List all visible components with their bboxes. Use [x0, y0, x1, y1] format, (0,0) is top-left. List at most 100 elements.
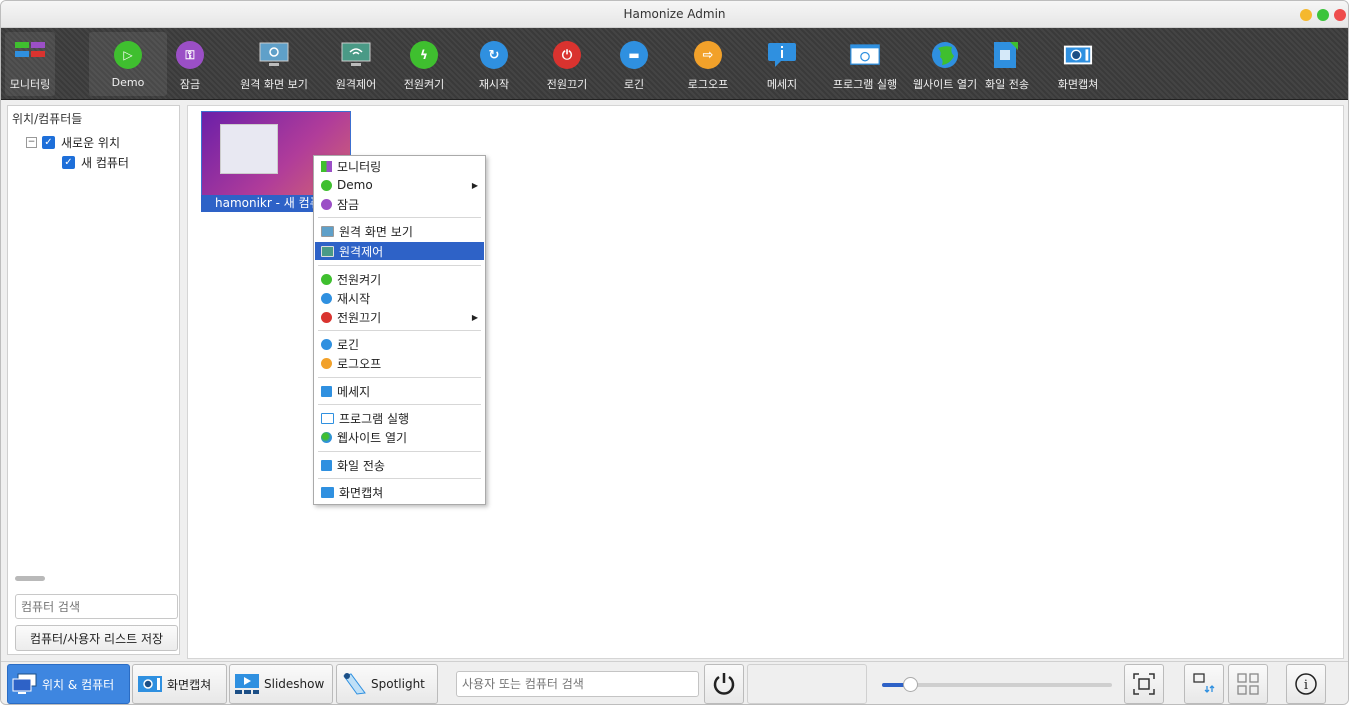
- menu-item-monitoring[interactable]: 모니터링: [315, 157, 484, 175]
- menu-item-lock[interactable]: 잠금: [315, 195, 484, 213]
- toolbar-label: 전원켜기: [403, 78, 445, 91]
- swap-screens-button[interactable]: [1184, 664, 1224, 704]
- lock-icon: [321, 198, 332, 210]
- user-computer-search-input[interactable]: [456, 671, 699, 697]
- power-icon: [713, 673, 735, 695]
- menu-item-label: 웹사이트 열기: [337, 430, 408, 445]
- tree-item-location[interactable]: − ✓ 새로운 위치: [26, 134, 120, 151]
- tree-header: 위치/컴퓨터들: [12, 112, 83, 126]
- menu-item-label: 잠금: [337, 197, 360, 212]
- toolbar-label: Demo: [111, 76, 145, 89]
- toolbar-message-button[interactable]: 메세지: [759, 32, 805, 96]
- horizontal-scrollbar[interactable]: [15, 576, 45, 581]
- toolbar-remote-view-button[interactable]: 원격 화면 보기: [234, 32, 314, 96]
- menu-item-restart[interactable]: 재시작: [315, 289, 484, 307]
- camera-icon: [1063, 40, 1093, 70]
- menu-item-remote-control[interactable]: 원격제어: [315, 242, 484, 260]
- menu-item-file-transfer[interactable]: 화일 전송: [315, 456, 484, 474]
- toolbar-remote-control-button[interactable]: 원격제어: [327, 32, 385, 96]
- toolbar-logoff-button[interactable]: ⇨ 로그오프: [679, 32, 737, 96]
- about-button[interactable]: i: [1286, 664, 1326, 704]
- menu-item-label: 화면캡쳐: [339, 485, 384, 500]
- remote-control-wifi-icon: [341, 40, 371, 70]
- menu-item-label: 로그오프: [337, 356, 382, 371]
- menu-item-label: 프로그램 실행: [339, 411, 410, 426]
- menu-item-remote-view[interactable]: 원격 화면 보기: [315, 222, 484, 240]
- toolbar-power-off-button[interactable]: ⏻ 전원끄기: [538, 32, 596, 96]
- zoom-slider[interactable]: [882, 677, 1112, 692]
- toolbar-login-button[interactable]: ▬ 로긴: [611, 32, 657, 96]
- spotlight-toggle[interactable]: Spotlight: [336, 664, 438, 704]
- toolbar-restart-button[interactable]: ↻ 재시작: [471, 32, 517, 96]
- locations-computers-toggle[interactable]: 위치 & 컴퓨터: [7, 664, 130, 704]
- menu-item-logoff[interactable]: 로그오프: [315, 354, 484, 372]
- power-button[interactable]: [704, 664, 744, 704]
- message-icon: [321, 385, 332, 397]
- tree-item-computer[interactable]: ✓ 새 컴퓨터: [62, 154, 129, 171]
- title-bar: Hamonize Admin: [1, 1, 1348, 28]
- window-title: Hamonize Admin: [623, 7, 726, 21]
- slideshow-toggle[interactable]: Slideshow: [229, 664, 333, 704]
- swap-screens-icon: [1193, 673, 1215, 693]
- grid-layout-button[interactable]: [1228, 664, 1268, 704]
- menu-separator: [318, 330, 481, 331]
- menu-item-message[interactable]: 메세지: [315, 382, 484, 400]
- toolbar-monitoring-button[interactable]: 모니터링: [5, 32, 55, 96]
- toolbar-label: 모니터링: [9, 78, 51, 91]
- power-on-icon: [321, 273, 332, 285]
- menu-item-demo[interactable]: Demo ▶: [315, 176, 484, 194]
- menu-item-run-program[interactable]: 프로그램 실행: [315, 409, 484, 427]
- menu-item-power-on[interactable]: 전원켜기: [315, 270, 484, 288]
- power-off-icon: ⏻: [552, 40, 582, 70]
- toolbar-label: 원격 화면 보기: [240, 78, 308, 91]
- toolbar-label: 전원끄기: [546, 78, 588, 91]
- screenshots-label: 화면캡쳐: [167, 677, 212, 692]
- checkbox-checked-icon[interactable]: ✓: [42, 136, 55, 149]
- remote-screen-preview: [220, 124, 278, 174]
- remote-view-monitor-icon: [321, 225, 334, 237]
- menu-item-open-website[interactable]: 웹사이트 열기: [315, 428, 484, 446]
- locations-computers-label: 위치 & 컴퓨터: [42, 677, 115, 692]
- toolbar-lock-button[interactable]: ⚿ 잠금: [167, 32, 213, 96]
- toolbar-label: 원격제어: [335, 78, 377, 91]
- menu-item-label: 전원끄기: [337, 310, 382, 325]
- menu-item-label: 메세지: [337, 384, 371, 399]
- fit-to-window-button[interactable]: [1124, 664, 1164, 704]
- camera-icon: [138, 676, 162, 692]
- toolbar-screenshot-button[interactable]: 화면캡쳐: [1047, 32, 1109, 96]
- toolbar-run-program-button[interactable]: 프로그램 실행: [819, 32, 911, 96]
- spotlight-label: Spotlight: [371, 677, 425, 691]
- checkbox-checked-icon[interactable]: ✓: [62, 156, 75, 169]
- menu-separator: [318, 404, 481, 405]
- info-symbol: i: [1304, 678, 1308, 693]
- menu-separator: [318, 451, 481, 452]
- menu-item-label: 모니터링: [337, 159, 382, 174]
- menu-item-power-off[interactable]: 전원끄기 ▶: [315, 308, 484, 326]
- blank-button[interactable]: [747, 664, 867, 704]
- maximize-button[interactable]: [1317, 9, 1329, 21]
- menu-item-screenshot[interactable]: 화면캡쳐: [315, 483, 484, 501]
- menu-item-login[interactable]: 로긴: [315, 335, 484, 353]
- locations-computers-panel: 위치/컴퓨터들 − ✓ 새로운 위치 ✓ 새 컴퓨터: [7, 105, 180, 655]
- menu-item-label: 전원켜기: [337, 272, 382, 287]
- save-list-button[interactable]: 컴퓨터/사용자 리스트 저장: [15, 625, 178, 651]
- menu-item-label: 재시작: [337, 291, 371, 306]
- app-window: Hamonize Admin 모니터링 ▷ Demo ⚿ 잠금 원격 화면 보기: [0, 0, 1349, 705]
- screenshots-toggle[interactable]: 화면캡쳐: [132, 664, 227, 704]
- slideshow-icon: [235, 674, 259, 694]
- menu-item-label: 로긴: [337, 337, 360, 352]
- collapse-icon[interactable]: −: [26, 137, 37, 148]
- toolbar-power-on-button[interactable]: ϟ 전원켜기: [395, 32, 453, 96]
- close-button[interactable]: [1334, 9, 1346, 21]
- save-list-label: 컴퓨터/사용자 리스트 저장: [29, 631, 164, 646]
- toolbar-file-transfer-button[interactable]: 화일 전송: [981, 32, 1033, 96]
- login-icon: [321, 338, 332, 350]
- toolbar-open-website-button[interactable]: 웹사이트 열기: [913, 32, 977, 96]
- toolbar-label: 잠금: [179, 78, 201, 91]
- computer-search-input[interactable]: [15, 594, 178, 619]
- minimize-button[interactable]: [1300, 9, 1312, 21]
- toolbar-label: 화일 전송: [985, 78, 1029, 91]
- zoom-slider-handle[interactable]: [903, 677, 918, 692]
- tree-item-label: 새 컴퓨터: [81, 156, 129, 170]
- toolbar-demo-button[interactable]: ▷ Demo: [89, 32, 167, 96]
